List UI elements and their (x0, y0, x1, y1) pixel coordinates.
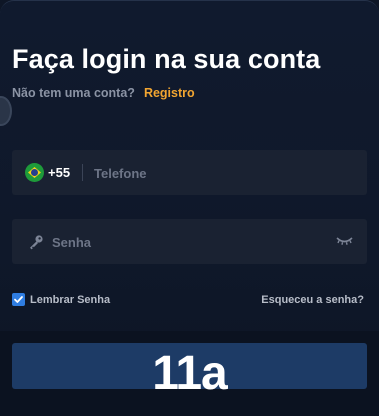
remember-password[interactable]: Lembrar Senha (12, 293, 110, 306)
phone-input[interactable] (94, 163, 334, 183)
phone-field[interactable]: +55 (12, 150, 367, 195)
remember-label: Lembrar Senha (30, 293, 111, 306)
field-divider (82, 164, 83, 181)
key-icon (30, 235, 43, 250)
country-dial-code[interactable]: +55 (48, 165, 70, 180)
page-title: Faça login na sua conta (12, 44, 321, 74)
login-button[interactable] (12, 343, 367, 389)
eye-closed-icon[interactable] (336, 235, 353, 247)
register-prompt: Não tem uma conta? Registro (12, 86, 195, 100)
remember-checkbox[interactable] (12, 293, 25, 306)
side-toggle-handle[interactable] (0, 96, 12, 126)
no-account-text: Não tem uma conta? (12, 86, 135, 100)
password-input[interactable] (52, 232, 322, 252)
checkmark-icon (14, 296, 23, 303)
forgot-password-link[interactable]: Esqueceu a senha? (261, 294, 364, 306)
brazil-flag-icon[interactable] (25, 163, 44, 182)
register-link[interactable]: Registro (144, 86, 195, 100)
password-field[interactable] (12, 219, 367, 264)
login-panel: Faça login na sua conta Não tem uma cont… (0, 0, 379, 416)
